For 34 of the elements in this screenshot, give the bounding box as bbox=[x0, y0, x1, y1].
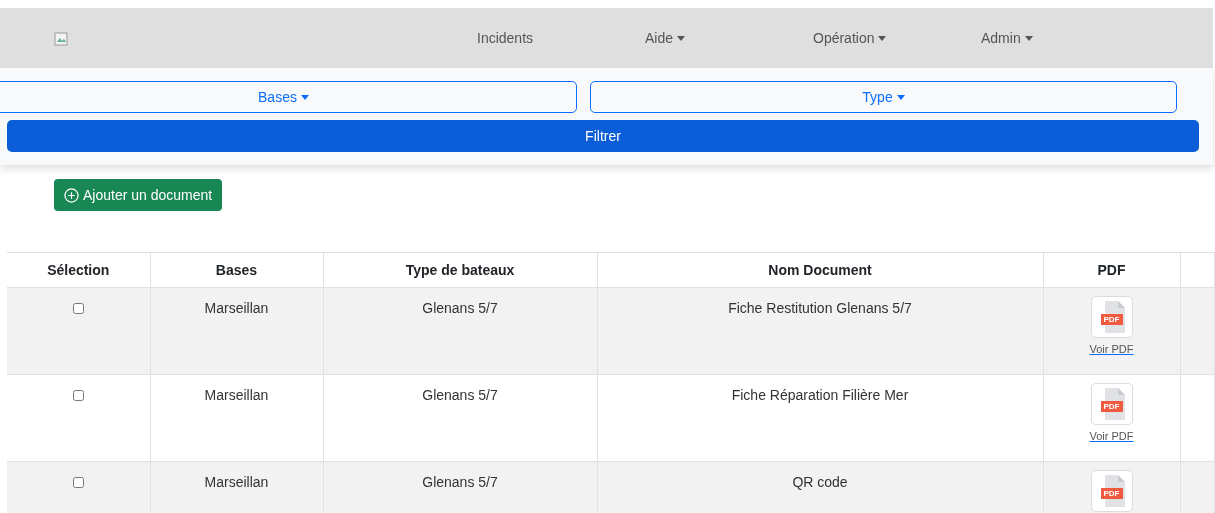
pdf-file-icon[interactable]: PDF bbox=[1090, 383, 1133, 425]
column-header: Nom Document bbox=[597, 252, 1043, 288]
plus-circle-icon bbox=[64, 187, 79, 203]
nav-link[interactable]: Incidents bbox=[477, 27, 645, 49]
boat-type-text: Glenans 5/7 bbox=[422, 300, 498, 316]
caret-icon bbox=[896, 94, 905, 100]
caret-icon bbox=[300, 94, 309, 100]
column-header: Bases bbox=[150, 252, 323, 288]
row-checkbox[interactable] bbox=[72, 390, 84, 401]
row-checkbox[interactable] bbox=[72, 477, 84, 488]
nav-link[interactable]: Opération bbox=[813, 27, 981, 49]
document-name: QR code bbox=[792, 474, 848, 490]
boat-type-text: Glenans 5/7 bbox=[422, 387, 498, 403]
boat-type-text: Glenans 5/7 bbox=[422, 474, 498, 490]
filter-button[interactable]: Filtrer bbox=[7, 120, 1199, 152]
dropdown-button[interactable]: Type bbox=[590, 81, 1177, 113]
dropdown-button[interactable]: Bases bbox=[0, 81, 577, 113]
document-name: Fiche Restitution Glenans 5/7 bbox=[728, 300, 912, 316]
add-document-button[interactable]: Ajouter un document bbox=[54, 179, 223, 211]
nav-link[interactable]: Admin bbox=[981, 27, 1149, 49]
view-pdf-link[interactable]: Voir PDF bbox=[1089, 428, 1134, 445]
broken-image-icon bbox=[54, 32, 68, 46]
view-pdf-link[interactable]: Voir PDF bbox=[1089, 341, 1134, 358]
row-checkbox[interactable] bbox=[72, 303, 84, 314]
column-header: PDF bbox=[1043, 252, 1180, 288]
base-text: Marseillan bbox=[204, 474, 269, 490]
base-text: Marseillan bbox=[204, 300, 269, 316]
column-header: Sélection bbox=[7, 252, 150, 288]
pdf-file-icon[interactable]: PDF bbox=[1090, 470, 1133, 512]
base-text: Marseillan bbox=[204, 387, 269, 403]
document-name: Fiche Réparation Filière Mer bbox=[731, 387, 909, 403]
pdf-file-icon[interactable]: PDF bbox=[1090, 296, 1133, 338]
column-header: Type de bateaux bbox=[323, 252, 597, 288]
nav-link[interactable]: Aide bbox=[645, 27, 813, 49]
